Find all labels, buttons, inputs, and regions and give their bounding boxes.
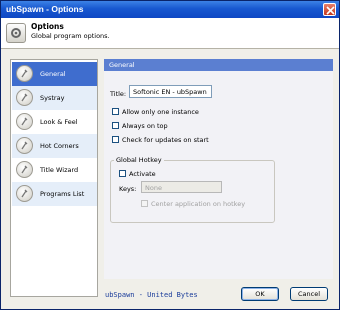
center-app-label: Center application on hotkey [151, 200, 246, 208]
section-title: General [109, 61, 135, 69]
options-window: ubSpawn - Options Options Global program… [0, 0, 340, 310]
tool-icon [16, 89, 33, 106]
nav-item-label: Title Wizard [40, 166, 79, 174]
header-subtitle: Global program options. [31, 32, 110, 40]
title-input[interactable]: Softonic EN - ubSpawn [129, 85, 212, 98]
allow-one-instance-label: Allow only one instance [122, 108, 199, 116]
activate-hotkey-label: Activate [129, 170, 156, 178]
section-header: General [104, 59, 333, 71]
header-banner: Options Global program options. [1, 18, 339, 49]
header-title: Options [31, 22, 64, 31]
nav-item-programs-list[interactable]: Programs List [12, 182, 97, 206]
tool-icon [16, 161, 33, 178]
settings-icon [6, 23, 26, 43]
always-on-top-checkbox[interactable] [112, 122, 119, 129]
nav-item-hot-corners[interactable]: Hot Corners [12, 134, 97, 158]
tool-icon [16, 185, 33, 202]
category-list: General Systray Look & Feel Hot Corners … [10, 59, 98, 297]
window-title: ubSpawn - Options [6, 4, 84, 14]
nav-item-label: Look & Feel [40, 118, 78, 126]
cancel-button-label: Cancel [297, 290, 321, 298]
nav-item-look-and-feel[interactable]: Look & Feel [12, 110, 97, 134]
ok-button[interactable]: OK [241, 287, 279, 301]
nav-item-label: Systray [40, 94, 65, 102]
title-input-value: Softonic EN - ubSpawn [133, 88, 207, 96]
center-app-checkbox[interactable] [141, 200, 148, 207]
activate-hotkey-checkbox[interactable] [119, 170, 126, 177]
brand-label: ubSpawn - United Bytes [105, 291, 198, 299]
nav-item-general[interactable]: General [12, 62, 97, 86]
tool-icon [16, 65, 33, 82]
allow-one-instance-checkbox[interactable] [112, 108, 119, 115]
cancel-button[interactable]: Cancel [290, 287, 328, 301]
global-hotkey-group-title: Global Hotkey [114, 156, 164, 164]
close-button[interactable] [323, 3, 336, 16]
close-icon [326, 6, 335, 15]
check-updates-checkbox[interactable] [112, 136, 119, 143]
nav-item-label: Programs List [40, 190, 85, 198]
always-on-top-label: Always on top [122, 122, 168, 130]
title-label: Title: [110, 90, 127, 98]
keys-label: Keys: [119, 185, 137, 193]
check-updates-label: Check for updates on start [122, 136, 209, 144]
tool-icon [16, 137, 33, 154]
nav-item-label: General [40, 70, 66, 78]
ok-button-label: OK [255, 290, 265, 298]
nav-item-label: Hot Corners [40, 142, 79, 150]
title-bar[interactable]: ubSpawn - Options [1, 1, 339, 18]
nav-item-title-wizard[interactable]: Title Wizard [12, 158, 97, 182]
hotkey-keys-input[interactable]: None [141, 181, 222, 193]
hotkey-keys-value: None [145, 184, 162, 192]
nav-item-systray[interactable]: Systray [12, 86, 97, 110]
tool-icon [16, 113, 33, 130]
